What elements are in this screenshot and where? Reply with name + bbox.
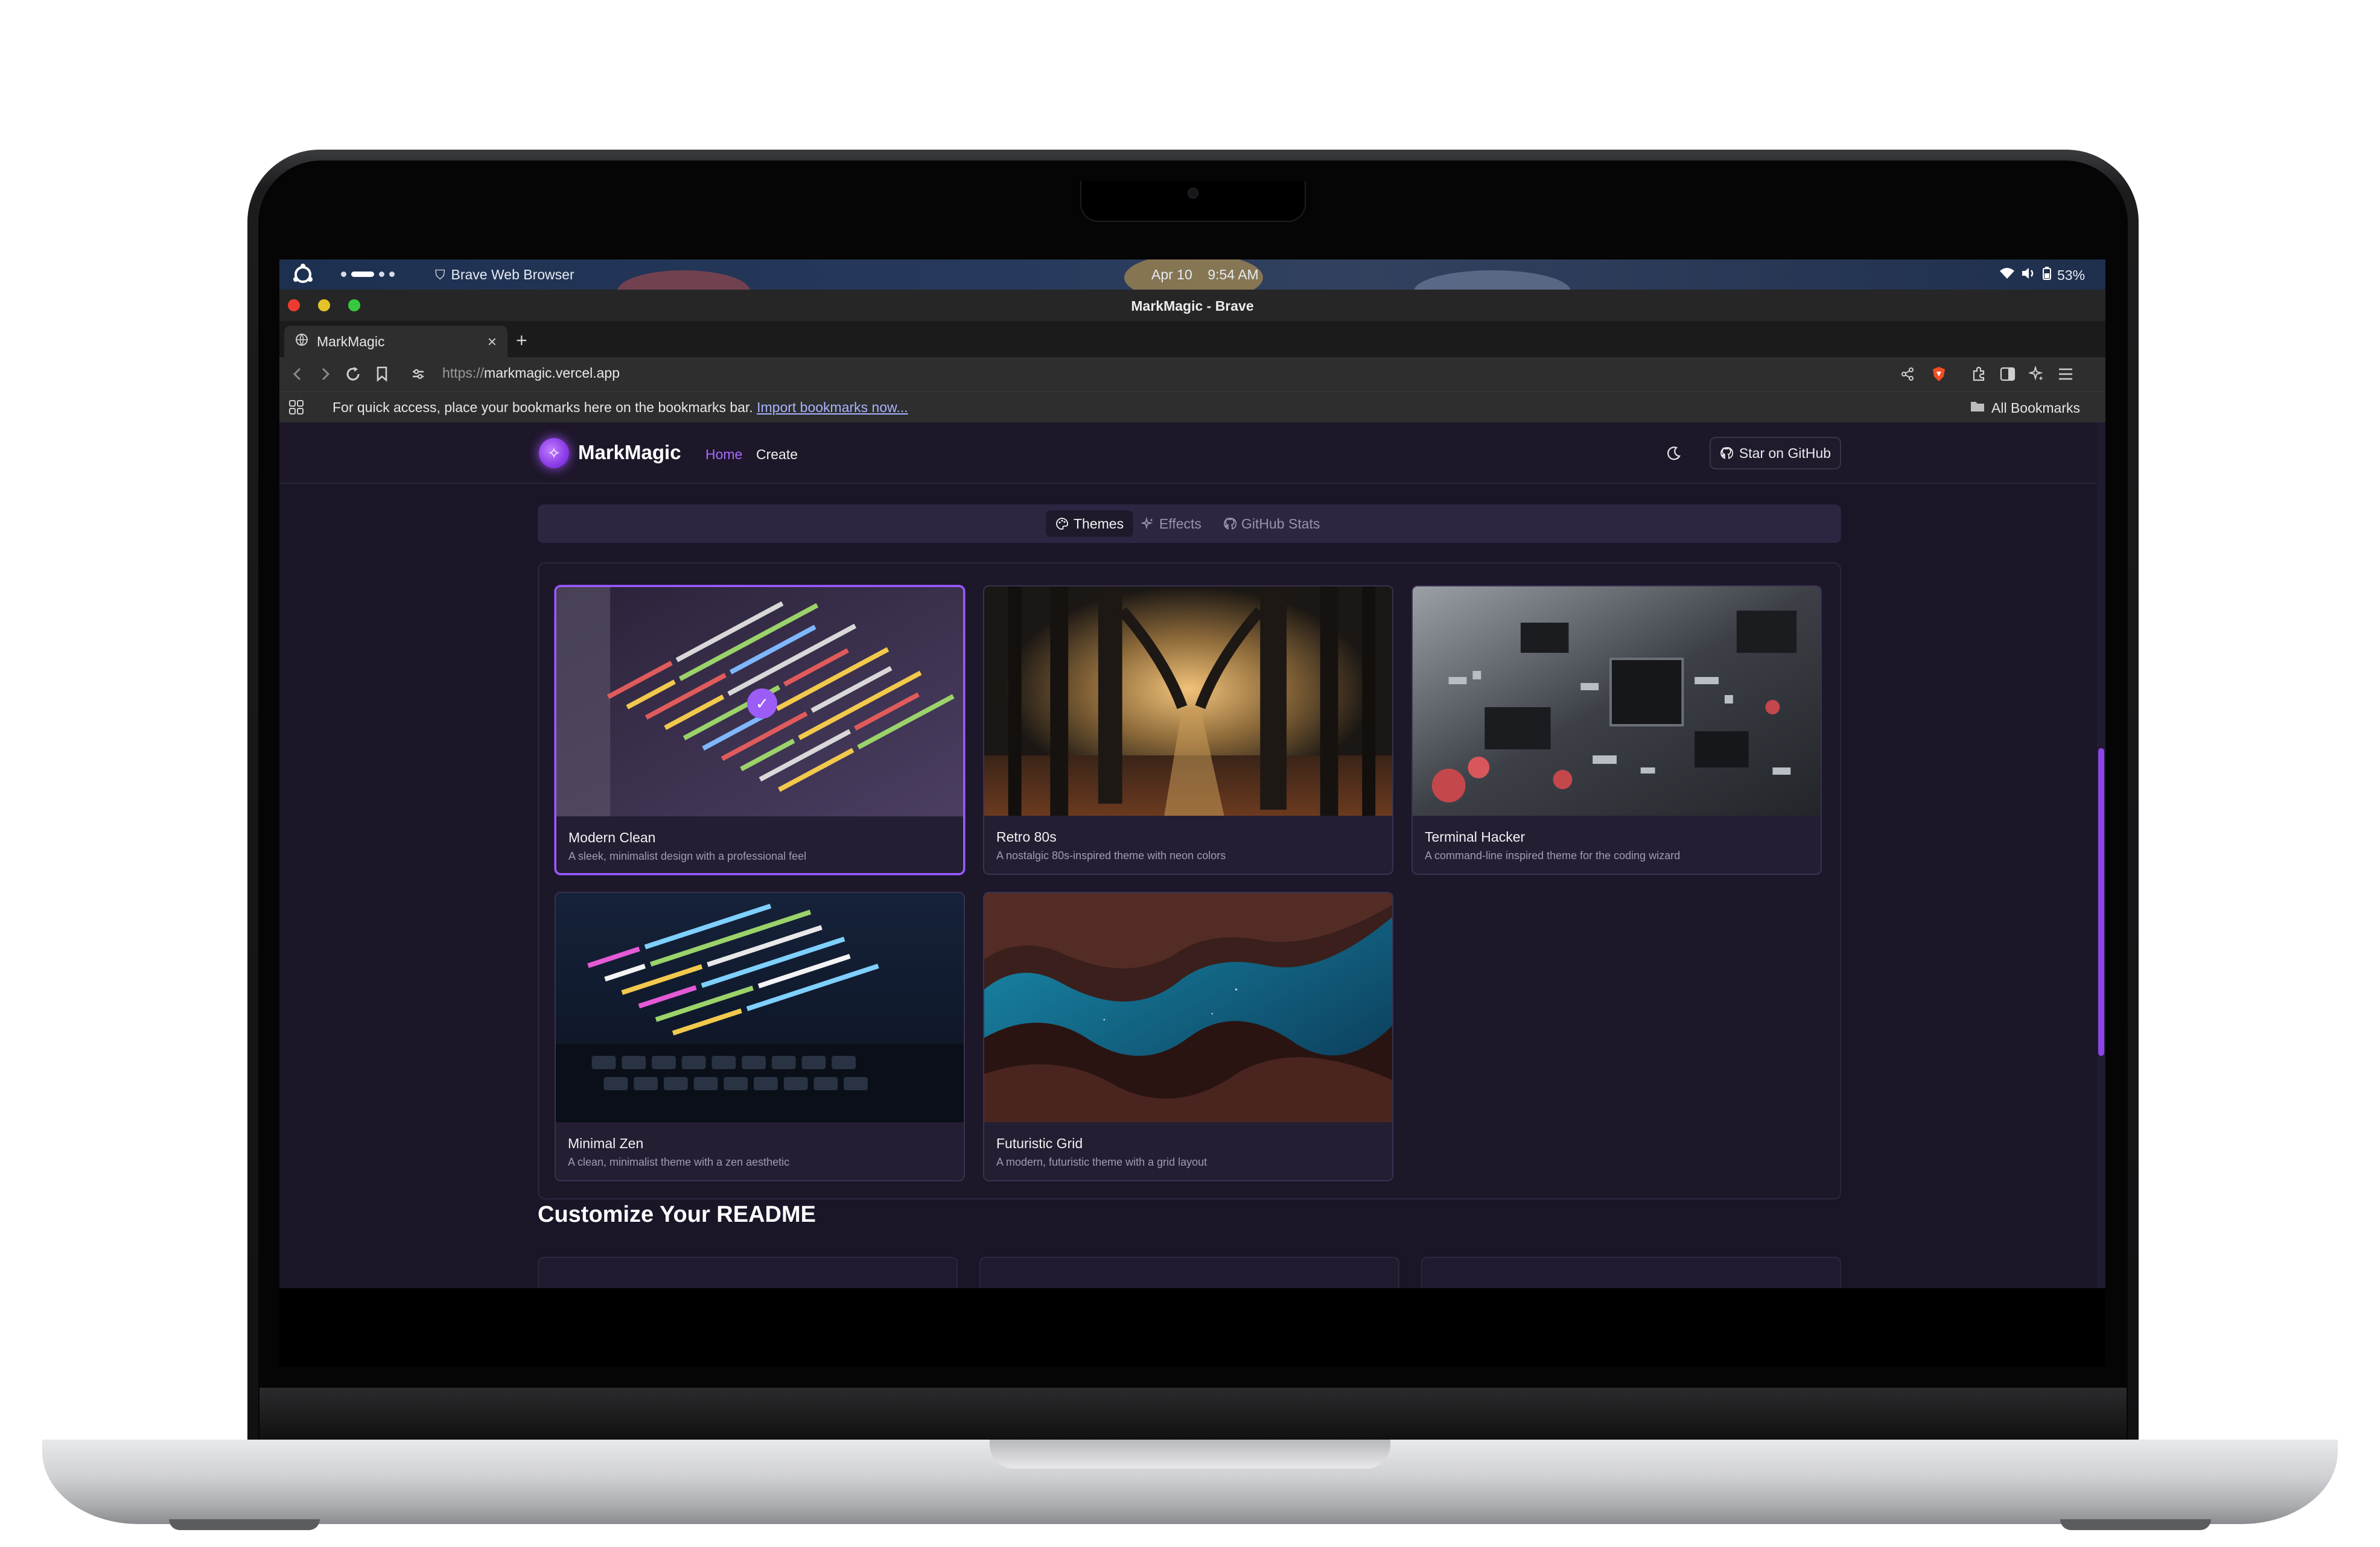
back-icon[interactable]	[287, 363, 308, 385]
github-icon	[1720, 447, 1733, 459]
wifi-icon	[1999, 267, 2015, 284]
all-bookmarks-button[interactable]: All Bookmarks	[1970, 399, 2080, 416]
leo-ai-icon[interactable]	[2026, 363, 2048, 385]
laptop-opening-lip	[990, 1440, 1390, 1469]
url-scheme: https://	[442, 365, 485, 381]
tab-label: MarkMagic	[317, 333, 385, 349]
nav-home[interactable]: Home	[705, 446, 742, 463]
close-tab-icon[interactable]: ×	[488, 332, 497, 351]
bookmarks-hint: For quick access, place your bookmarks h…	[332, 399, 908, 416]
theme-card-retro-80s[interactable]: Retro 80s A nostalgic 80s-inspired theme…	[983, 585, 1393, 875]
theme-grid: ✓ Modern Clean A sleek, minimalist desig…	[538, 562, 1841, 1199]
tab-github-stats[interactable]: GitHub Stats	[1214, 510, 1329, 537]
site-brand[interactable]: MarkMagic	[578, 441, 681, 464]
battery-percent: 53%	[2057, 267, 2086, 283]
customize-card[interactable]	[1421, 1257, 1841, 1288]
tab-strip: MarkMagic × +	[279, 321, 2105, 357]
active-app-name: Brave Web Browser	[451, 267, 574, 282]
theme-description: A command-line inspired theme for the co…	[1425, 850, 1681, 862]
theme-title: Modern Clean	[568, 830, 656, 845]
theme-preview-image	[984, 586, 1392, 816]
tab-themes-label: Themes	[1074, 515, 1124, 532]
theme-preview-image	[1413, 586, 1821, 816]
section-heading: Customize Your README	[538, 1202, 816, 1227]
window-titlebar: MarkMagic - Brave	[279, 290, 2105, 321]
apps-grid-icon[interactable]	[288, 399, 305, 419]
github-icon	[1224, 518, 1236, 530]
laptop-hinge	[259, 1388, 2127, 1442]
nav-create[interactable]: Create	[756, 446, 798, 463]
camera-icon	[1188, 188, 1198, 199]
site-settings-icon[interactable]	[407, 363, 429, 385]
reload-icon[interactable]	[342, 363, 364, 385]
bookmark-icon[interactable]	[371, 363, 393, 385]
battery-icon	[2043, 267, 2051, 284]
theme-preview-image	[556, 893, 964, 1122]
theme-description: A modern, futuristic theme with a grid l…	[996, 1156, 1208, 1168]
clock[interactable]: Apr 10 9:54 AM	[1151, 267, 1259, 283]
tab-markmagic[interactable]: MarkMagic ×	[284, 326, 508, 357]
dark-mode-toggle[interactable]	[1663, 442, 1685, 464]
customize-card[interactable]	[538, 1257, 958, 1288]
customize-card[interactable]	[979, 1257, 1399, 1288]
bookmarks-bar: For quick access, place your bookmarks h…	[279, 391, 2105, 422]
theme-card-minimal-zen[interactable]: Minimal Zen A clean, minimalist theme wi…	[555, 892, 965, 1181]
web-page: ✧ MarkMagic Home Create Star on GitHub T…	[279, 422, 2105, 1288]
screen: ⛉ Brave Web Browser Apr 10 9:54 AM 53% M…	[279, 259, 2105, 1288]
theme-card-modern-clean[interactable]: ✓ Modern Clean A sleek, minimalist desig…	[555, 585, 965, 875]
folder-icon	[1970, 399, 1985, 416]
palette-icon	[1056, 518, 1068, 530]
selected-check-icon: ✓	[747, 688, 777, 719]
share-icon[interactable]	[1897, 363, 1918, 385]
theme-description: A clean, minimalist theme with a zen aes…	[568, 1156, 790, 1168]
bookmarks-hint-text: For quick access, place your bookmarks h…	[332, 399, 753, 415]
browser-toolbar: https://markmagic.vercel.app	[279, 357, 2105, 391]
theme-title: Terminal Hacker	[1425, 829, 1526, 845]
theme-preview-image	[984, 893, 1392, 1122]
laptop-foot-left	[169, 1519, 320, 1530]
extensions-icon[interactable]	[1968, 363, 1990, 385]
device-mockup: ⛉ Brave Web Browser Apr 10 9:54 AM 53% M…	[0, 0, 2380, 1547]
theme-description: A sleek, minimalist design with a profes…	[568, 850, 807, 862]
active-app[interactable]: ⛉ Brave Web Browser	[435, 267, 574, 283]
sparkles-icon	[1141, 517, 1153, 530]
theme-card-futuristic-grid[interactable]: Futuristic Grid A modern, futuristic the…	[983, 892, 1393, 1181]
new-tab-button[interactable]: +	[516, 329, 527, 352]
star-on-github-button[interactable]: Star on GitHub	[1710, 437, 1841, 469]
import-bookmarks-link[interactable]: Import bookmarks now...	[757, 399, 908, 415]
all-bookmarks-label: All Bookmarks	[1991, 399, 2080, 416]
theme-title: Minimal Zen	[568, 1136, 644, 1151]
window-title: MarkMagic - Brave	[1131, 298, 1254, 314]
scrollbar-thumb[interactable]	[2098, 748, 2104, 1056]
magic-wand-icon[interactable]: ✧	[539, 438, 569, 468]
theme-description: A nostalgic 80s-inspired theme with neon…	[996, 850, 1226, 862]
tab-effects-label: Effects	[1159, 515, 1201, 532]
theme-card-terminal-hacker[interactable]: Terminal Hacker A command-line inspired …	[1411, 585, 1822, 875]
theme-title: Futuristic Grid	[996, 1136, 1083, 1151]
clock-text: Apr 10 9:54 AM	[1151, 267, 1259, 282]
globe-icon	[295, 333, 308, 350]
menu-icon[interactable]	[2055, 363, 2076, 385]
tab-effects[interactable]: Effects	[1131, 510, 1211, 537]
customization-tabs: Themes Effects GitHub Stats	[538, 504, 1841, 543]
brave-icon: ⛉	[435, 267, 445, 282]
tab-themes[interactable]: Themes	[1046, 510, 1134, 537]
laptop-foot-right	[2060, 1519, 2211, 1530]
url-host: markmagic.vercel.app	[484, 365, 620, 381]
tab-github-stats-label: GitHub Stats	[1241, 515, 1320, 532]
screen-chin	[279, 1288, 2105, 1367]
workspace-indicator[interactable]	[341, 272, 395, 277]
star-on-github-label: Star on GitHub	[1739, 445, 1831, 461]
brave-shields-icon[interactable]	[1928, 363, 1950, 385]
system-menu-icon[interactable]	[291, 263, 314, 286]
moon-icon	[1667, 446, 1681, 460]
site-header: ✧ MarkMagic Home Create Star on GitHub	[279, 422, 2097, 484]
theme-title: Retro 80s	[996, 829, 1057, 845]
sidebar-icon[interactable]	[1997, 363, 2019, 385]
address-bar[interactable]: https://markmagic.vercel.app	[442, 365, 620, 381]
volume-icon	[2021, 267, 2037, 284]
forward-icon[interactable]	[314, 363, 336, 385]
os-top-bar: ⛉ Brave Web Browser Apr 10 9:54 AM 53%	[279, 259, 2105, 313]
system-tray[interactable]: 53%	[1999, 267, 2085, 284]
